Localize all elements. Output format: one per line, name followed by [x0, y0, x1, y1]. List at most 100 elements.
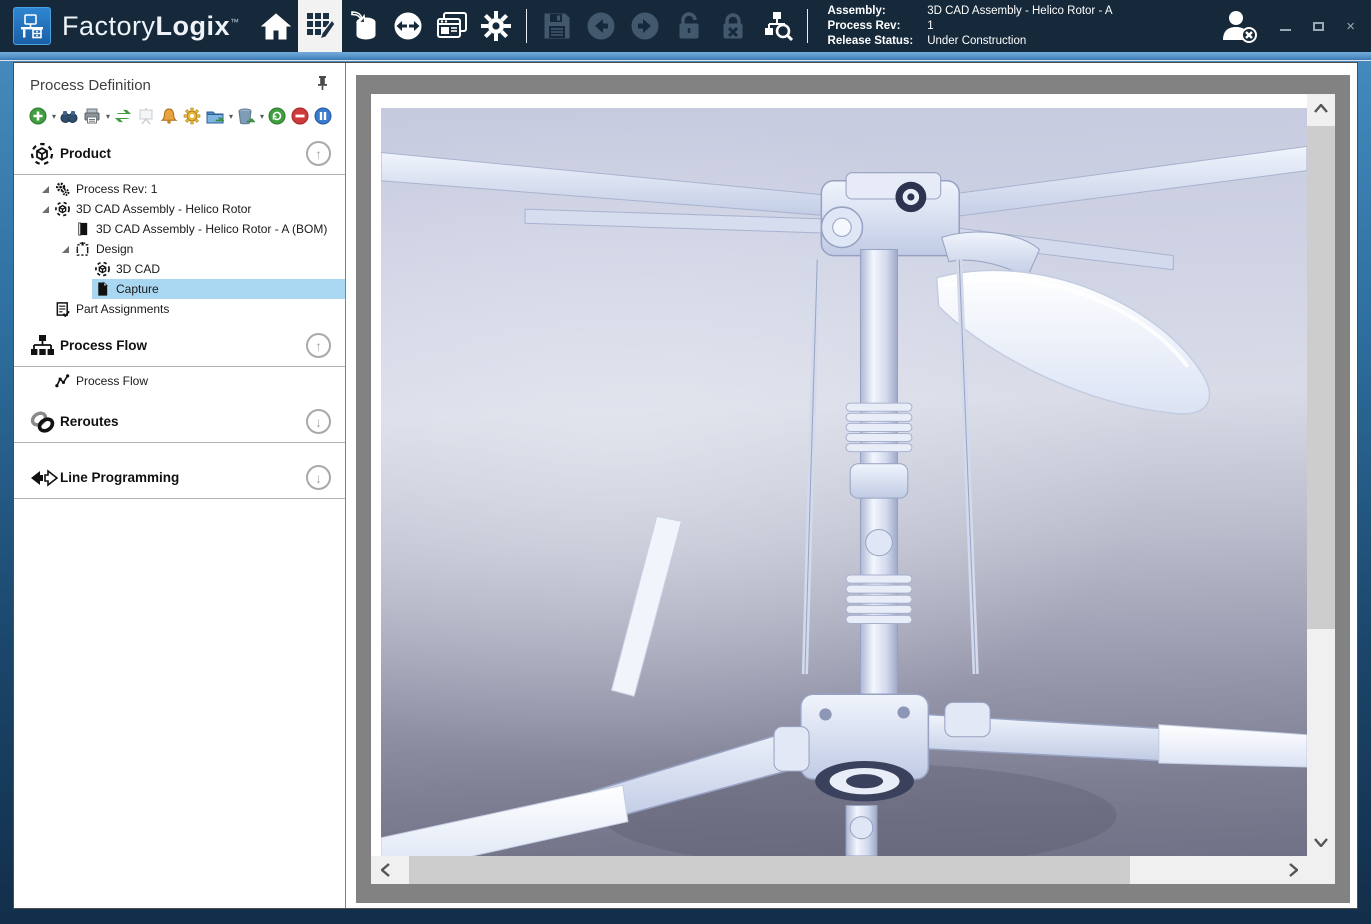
- divider: [14, 442, 345, 443]
- scroll-right-arrow[interactable]: [1279, 856, 1307, 884]
- flow-item-process-flow[interactable]: Process Flow: [14, 371, 345, 391]
- tree-item-design[interactable]: Design: [14, 239, 345, 259]
- lock-x-button[interactable]: [711, 0, 755, 52]
- trash-icon: [237, 107, 255, 125]
- helico-rotor-3d-render: [381, 108, 1307, 856]
- tree-expander-icon[interactable]: [38, 206, 52, 213]
- suspend-button[interactable]: [313, 106, 333, 126]
- bell-icon: [160, 107, 178, 125]
- scroll-left-arrow[interactable]: [371, 856, 399, 884]
- tree-item-3d-cad-assembly-helico-rotor-a-bom[interactable]: 3D CAD Assembly - Helico Rotor - A (BOM): [14, 219, 345, 239]
- printer-icon: [83, 107, 101, 125]
- deactivate-button[interactable]: [290, 106, 310, 126]
- material-button[interactable]: [342, 0, 386, 52]
- design-icon: [74, 241, 91, 257]
- toolbar-separator: [526, 9, 527, 43]
- scroll-down-icon[interactable]: ↓: [306, 409, 331, 434]
- process-definition-tab[interactable]: [298, 0, 342, 52]
- save-icon: [543, 12, 571, 40]
- section-label: Process Flow: [60, 338, 306, 353]
- unlock-button[interactable]: [667, 0, 711, 52]
- org-chart-icon: [30, 334, 60, 358]
- cube3d-icon: [54, 201, 71, 217]
- publish-icon: [206, 107, 224, 125]
- transfer-icon: [393, 11, 423, 41]
- tree-item-capture[interactable]: Capture: [14, 279, 345, 299]
- scroll-up-arrow[interactable]: [1307, 94, 1335, 122]
- settings-button[interactable]: [474, 0, 518, 52]
- pin-icon[interactable]: [314, 73, 331, 97]
- flow-search-button[interactable]: [755, 0, 799, 52]
- section-reroutes[interactable]: Reroutes ↓: [14, 401, 345, 442]
- tree-item-label: 3D CAD: [116, 262, 160, 276]
- tree-item-label: 3D CAD Assembly - Helico Rotor: [76, 202, 251, 216]
- minimize-button[interactable]: [1280, 28, 1291, 31]
- horizontal-scrollbar[interactable]: [371, 856, 1307, 884]
- bom-icon: [74, 221, 91, 237]
- home-icon: [261, 12, 291, 40]
- section-process-flow[interactable]: Process Flow ↑: [14, 325, 345, 366]
- assignments-icon: [54, 301, 71, 317]
- print-button[interactable]: [82, 106, 102, 126]
- info-value: Under Construction: [927, 34, 1112, 48]
- find-button[interactable]: [59, 106, 79, 126]
- add-dropdown-caret[interactable]: ▾: [52, 112, 56, 121]
- notify-button[interactable]: [159, 106, 179, 126]
- publish-button[interactable]: [205, 106, 225, 126]
- tree-item-label: Part Assignments: [76, 302, 169, 316]
- tree-item-process-rev-1[interactable]: Process Rev: 1: [14, 179, 345, 199]
- tree-item-label: Process Rev: 1: [76, 182, 157, 196]
- red-circle-icon: [291, 107, 309, 125]
- print-dropdown-caret[interactable]: ▾: [106, 112, 110, 121]
- documents-button[interactable]: [430, 0, 474, 52]
- section-product[interactable]: Product ↑: [14, 133, 345, 174]
- chain-links-icon: [30, 410, 60, 434]
- add-button[interactable]: [28, 106, 48, 126]
- divider: [14, 498, 345, 499]
- save-button[interactable]: [535, 0, 579, 52]
- transfer-button[interactable]: [386, 0, 430, 52]
- tree-item-label: Design: [96, 242, 133, 256]
- vertical-scroll-thumb[interactable]: [1307, 126, 1335, 629]
- forward-icon: [630, 11, 660, 41]
- scroll-down-arrow[interactable]: [1307, 828, 1335, 856]
- add-icon: [29, 107, 47, 125]
- user-logout-icon[interactable]: [1220, 8, 1262, 44]
- scroll-down-icon[interactable]: ↓: [306, 465, 331, 490]
- flow-path-icon: [54, 373, 71, 389]
- exchange-button[interactable]: [113, 106, 133, 126]
- capture-viewer: [346, 63, 1357, 908]
- section-line-programming[interactable]: Line Programming ↓: [14, 457, 345, 498]
- lock-x-icon: [719, 12, 747, 40]
- toolbar-separator: [807, 9, 808, 43]
- info-label: Process Rev:: [828, 19, 914, 33]
- tree-item-3d-cad[interactable]: 3D CAD: [14, 259, 345, 279]
- tree-item-3d-cad-assembly-helico-rotor[interactable]: 3D CAD Assembly - Helico Rotor: [14, 199, 345, 219]
- scroll-up-icon[interactable]: ↑: [306, 141, 331, 166]
- unlock-icon: [675, 12, 703, 40]
- configure-button[interactable]: [182, 106, 202, 126]
- scroll-up-icon[interactable]: ↑: [306, 333, 331, 358]
- publish-dropdown-caret[interactable]: ▾: [229, 112, 233, 121]
- maximize-button[interactable]: [1313, 22, 1324, 31]
- tree-item-part-assignments[interactable]: Part Assignments: [14, 299, 345, 319]
- close-button[interactable]: ×: [1346, 19, 1355, 34]
- settings-gear-icon: [481, 11, 511, 41]
- pause-circle-icon: [314, 107, 332, 125]
- factorylogix-logo-icon: [13, 7, 51, 45]
- home-button[interactable]: [254, 0, 298, 52]
- info-label: Assembly:: [828, 4, 914, 18]
- delete-dropdown-caret[interactable]: ▾: [260, 112, 264, 121]
- back-button[interactable]: [579, 0, 623, 52]
- tree-expander-icon[interactable]: [38, 186, 52, 193]
- delete-button[interactable]: [236, 106, 256, 126]
- section-label: Line Programming: [60, 470, 306, 485]
- vertical-scrollbar[interactable]: [1307, 94, 1335, 856]
- horizontal-scroll-thumb[interactable]: [409, 856, 1130, 884]
- activate-button[interactable]: [267, 106, 287, 126]
- tree-expander-icon[interactable]: [58, 246, 72, 253]
- flow-search-icon: [761, 10, 793, 42]
- info-value: 1: [927, 19, 1112, 33]
- forward-button[interactable]: [623, 0, 667, 52]
- scrollbar-corner: [1307, 856, 1335, 884]
